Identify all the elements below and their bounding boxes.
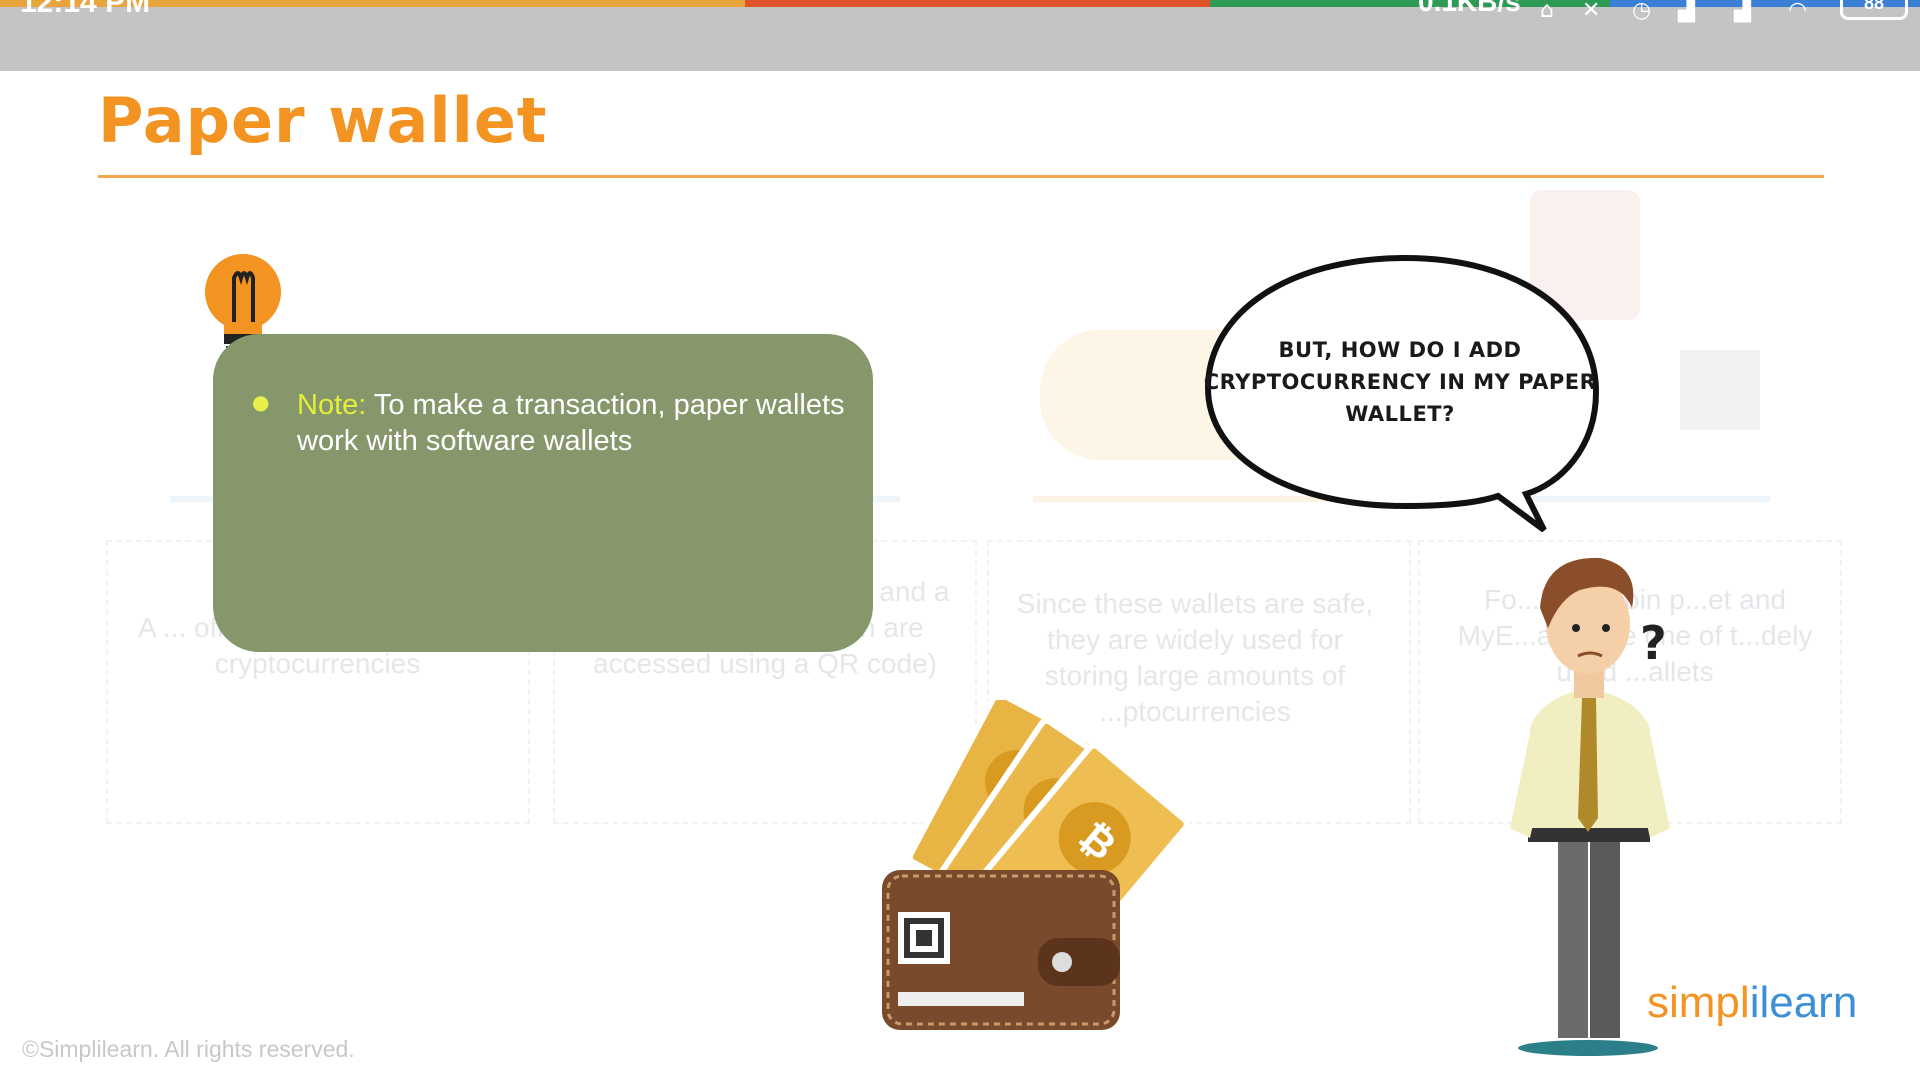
slide-title: Paper wallet: [98, 84, 548, 157]
note-label: Note:: [297, 389, 367, 421]
paper-wallet-illustration: ₿: [882, 700, 1190, 1030]
title-underline: [98, 175, 1824, 178]
faded-qr-image: [1680, 350, 1760, 430]
note-body: To make a transaction, paper wallets wor…: [297, 389, 845, 457]
signal-icon: ▟: [1678, 0, 1695, 23]
battery-icon: 88: [1840, 0, 1908, 20]
clock-time: 12:14 PM: [20, 0, 151, 19]
wifi-icon: ◠: [1788, 0, 1808, 23]
signal-icon-2: ▟: [1734, 0, 1751, 23]
simplilearn-logo: simplilearn: [1647, 978, 1858, 1027]
note-callout: [213, 334, 873, 652]
speech-bubble-text: BUT, HOW DO I ADD CRYPTOCURRENCY IN MY P…: [1203, 338, 1597, 426]
question-mark: ?: [1640, 616, 1667, 670]
note-bullet: ●: [252, 390, 270, 414]
status-bar: 12:14 PM 0.1KB/s ⌂ ✕ ◷ ▟ ▟ ◠ 88: [0, 0, 1920, 71]
alarm-icon: ◷: [1632, 0, 1652, 23]
mute-icon: ✕: [1582, 0, 1601, 23]
network-speed: 0.1KB/s: [1418, 0, 1521, 17]
usb-icon: ⌂: [1540, 0, 1554, 23]
note-text: Note: To make a transaction, paper walle…: [297, 387, 857, 459]
copyright-text: ©Simplilearn. All rights reserved.: [22, 1036, 355, 1062]
